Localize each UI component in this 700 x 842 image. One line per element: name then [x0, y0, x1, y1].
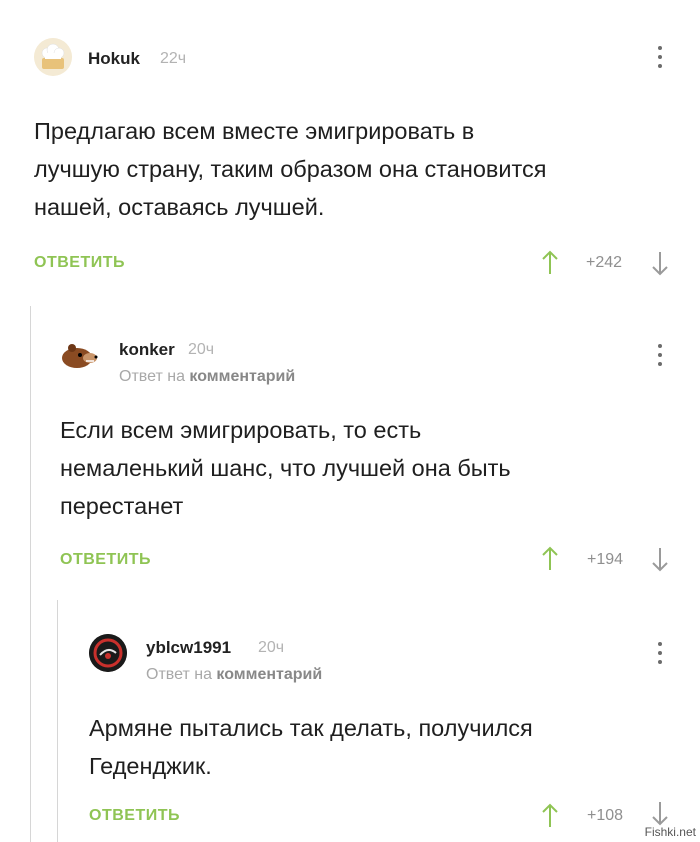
chef-hat-avatar-icon[interactable]: [34, 38, 72, 76]
watermark: Fishki.net: [644, 825, 696, 839]
bear-avatar-icon[interactable]: [60, 336, 98, 374]
more-options-icon[interactable]: [657, 642, 663, 668]
more-options-icon[interactable]: [657, 46, 663, 72]
score: +194: [587, 551, 624, 568]
comment-text: Армяне пытались так делать, получился Ге…: [89, 715, 533, 779]
upvote-arrow-icon[interactable]: [541, 250, 559, 276]
reply-to-link[interactable]: комментарий: [216, 666, 322, 683]
reply-button[interactable]: ОТВЕТИТЬ: [34, 254, 125, 272]
reply-button[interactable]: ОТВЕТИТЬ: [89, 807, 180, 825]
comment-text: Предлагаю всем вместе эмигрировать в луч…: [34, 118, 547, 220]
thread-line: [57, 600, 58, 842]
upvote-arrow-icon[interactable]: [541, 803, 559, 829]
thread-line: [30, 306, 31, 842]
reply-button[interactable]: ОТВЕТИТЬ: [60, 551, 151, 569]
more-options-icon[interactable]: [657, 344, 663, 370]
timestamp: 20ч: [258, 639, 285, 656]
score: +242: [586, 254, 623, 271]
username[interactable]: konker: [119, 340, 175, 360]
comment-text: Если всем эмигрировать, то есть немалень…: [60, 417, 511, 519]
reply-to-prefix: Ответ на: [119, 368, 185, 385]
reply-to-prefix: Ответ на: [146, 666, 212, 683]
timestamp: 20ч: [188, 341, 215, 358]
username[interactable]: yblcw1991: [146, 638, 231, 658]
reply-to-info: Ответ на комментарий: [119, 368, 295, 386]
downvote-arrow-icon[interactable]: [651, 546, 669, 572]
reply-to-link[interactable]: комментарий: [189, 368, 295, 385]
downvote-arrow-icon[interactable]: [651, 800, 669, 826]
username[interactable]: Hokuk: [88, 49, 140, 69]
reply-to-info: Ответ на комментарий: [146, 666, 322, 684]
downvote-arrow-icon[interactable]: [651, 250, 669, 276]
badge-avatar-icon[interactable]: [89, 634, 127, 672]
score: +108: [587, 807, 624, 824]
upvote-arrow-icon[interactable]: [541, 546, 559, 572]
timestamp: 22ч: [160, 50, 187, 67]
